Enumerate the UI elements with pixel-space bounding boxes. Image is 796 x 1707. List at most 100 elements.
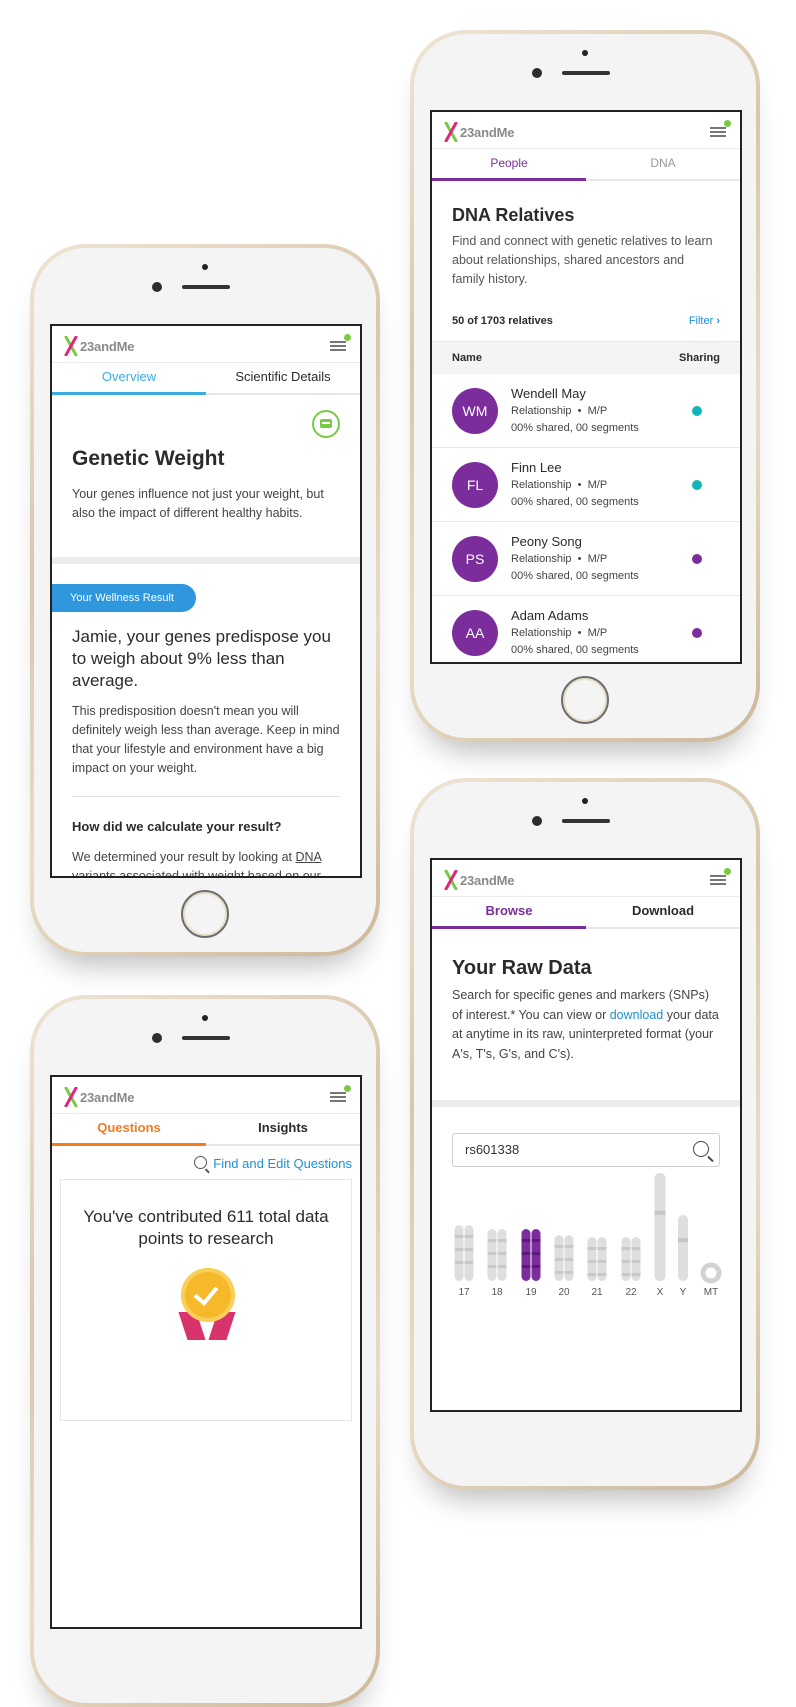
tab-bar: People DNA	[432, 148, 740, 181]
avatar: WM	[452, 388, 498, 434]
proximity-sensor	[202, 264, 208, 270]
table-header: Name Sharing	[432, 341, 740, 374]
relative-shared: 00% shared, 00 segments	[511, 644, 639, 656]
tab-bar: Overview.t1:after{} Scientific Details	[52, 362, 360, 395]
tab-scientific-details[interactable]: Scientific Details	[206, 363, 360, 393]
chromosome-21[interactable]	[587, 1237, 607, 1281]
chromosome-x[interactable]	[654, 1173, 666, 1281]
earpiece-speaker	[562, 71, 610, 75]
home-button[interactable]	[561, 676, 609, 724]
sharing-status-dot-icon	[692, 406, 702, 416]
relative-relationship: Relationship • M/P	[511, 627, 608, 639]
find-edit-questions-link[interactable]: Find and Edit Questions	[52, 1156, 360, 1173]
menu-icon[interactable]	[710, 868, 731, 886]
chromosome-mt[interactable]	[700, 1262, 722, 1284]
logo-mark-icon	[64, 336, 78, 356]
chromosome-label: 18	[491, 1287, 503, 1298]
contribution-card: You've contributed 611 total data points…	[60, 1179, 352, 1421]
notification-dot-icon	[344, 1085, 351, 1092]
sharing-status-dot-icon	[692, 628, 702, 638]
sharing-status-dot-icon	[692, 554, 702, 564]
chromosome-label: Y	[679, 1287, 687, 1298]
contribution-text: You've contributed 611 total data points…	[83, 1207, 329, 1248]
relative-row[interactable]: PS Peony Song Relationship • M/P 00% shared…	[432, 522, 740, 596]
proximity-sensor	[202, 1015, 208, 1021]
tab-overview[interactable]: Overview.t1:after{}	[52, 363, 206, 393]
avatar: FL	[452, 462, 498, 508]
download-link[interactable]: download	[610, 1008, 664, 1022]
dna-link[interactable]: DNA	[296, 850, 322, 864]
screen: 23andMe Overview.t1:after{} Scientific D…	[50, 324, 362, 878]
logo-text: 23andMe	[460, 124, 515, 140]
home-button[interactable]	[181, 890, 229, 938]
notification-dot-icon	[724, 868, 731, 875]
relative-shared: 00% shared, 00 segments	[511, 422, 639, 434]
app-header: 23andMe	[52, 1077, 360, 1113]
brand-logo[interactable]: 23andMe	[444, 870, 514, 890]
relative-row[interactable]: AA Adam Adams Relationship • M/P 00% shared…	[432, 596, 740, 662]
menu-icon[interactable]	[330, 1085, 351, 1103]
tab-people[interactable]: People	[432, 149, 586, 179]
tab-dna[interactable]: DNA	[586, 149, 740, 179]
relative-shared: 00% shared, 00 segments	[511, 570, 639, 582]
chromosome-label: 17	[458, 1287, 470, 1298]
front-camera	[152, 1033, 162, 1043]
phone-questions: 23andMe Questions Insights Find and Edit…	[30, 995, 380, 1707]
tab-questions[interactable]: Questions	[52, 1114, 206, 1144]
relatives-list: WM Wendell May Relationship • M/P 00% share…	[432, 374, 740, 662]
app-header: 23andMe	[432, 112, 740, 148]
phone-genetic-weight: 23andMe Overview.t1:after{} Scientific D…	[30, 244, 380, 956]
result-explanation: This predisposition doesn't mean you wil…	[72, 704, 340, 775]
app-header: 23andMe	[432, 860, 740, 896]
relative-relationship: Relationship • M/P	[511, 553, 608, 565]
chromosome-19[interactable]	[521, 1229, 541, 1281]
print-icon[interactable]	[312, 410, 340, 438]
search-icon[interactable]	[693, 1141, 714, 1163]
avatar: PS	[452, 536, 498, 582]
notification-dot-icon	[724, 120, 731, 127]
logo-mark-icon	[444, 122, 458, 142]
chromosome-17[interactable]	[454, 1225, 474, 1281]
menu-icon[interactable]	[710, 120, 731, 138]
tab-bar: Browse Download	[432, 896, 740, 929]
brand-logo[interactable]: 23andMe	[64, 1087, 134, 1107]
menu-icon[interactable]	[330, 334, 351, 352]
chromosome-label: 21	[591, 1287, 603, 1298]
logo-mark-icon	[64, 1087, 78, 1107]
filter-button[interactable]: Filter ›	[689, 315, 720, 327]
relatives-count: 50 of 1703 relatives	[452, 315, 553, 327]
result-headline: Jamie, your genes predispose you to weig…	[72, 627, 331, 690]
brand-logo[interactable]: 23andMe	[64, 336, 134, 356]
chromosome-18[interactable]	[487, 1229, 507, 1281]
relative-row[interactable]: WM Wendell May Relationship • M/P 00% share…	[432, 374, 740, 448]
chromosome-label: 22	[625, 1287, 637, 1298]
avatar: AA	[452, 610, 498, 656]
page-title: Genetic Weight	[72, 447, 225, 470]
column-sharing: Sharing	[679, 352, 720, 364]
logo-text: 23andMe	[460, 872, 515, 888]
chromosome-label: 19	[525, 1287, 537, 1298]
chromosome-y[interactable]	[678, 1215, 688, 1281]
tab-browse[interactable]: Browse	[432, 897, 586, 927]
intro-text: Your genes influence not just your weigh…	[72, 487, 324, 520]
tab-bar: Questions Insights	[52, 1113, 360, 1146]
chromosome-map: 17 18 19 20 21 22 X Y MT	[432, 1173, 740, 1313]
chromosome-22[interactable]	[621, 1237, 641, 1281]
tab-indicator	[432, 178, 586, 181]
section-divider	[432, 1100, 740, 1107]
tab-insights[interactable]: Insights	[206, 1114, 360, 1144]
relative-row[interactable]: FL Finn Lee Relationship • M/P 00% shared, …	[432, 448, 740, 522]
divider-line	[72, 796, 340, 797]
page-title: Your Raw Data	[452, 957, 592, 979]
column-name: Name	[452, 352, 482, 364]
app-header: 23andMe	[52, 326, 360, 362]
relative-shared: 00% shared, 00 segments	[511, 496, 639, 508]
chromosome-20[interactable]	[554, 1235, 574, 1281]
search-input[interactable]: rs601338	[465, 1142, 519, 1157]
brand-logo[interactable]: 23andMe	[444, 122, 514, 142]
proximity-sensor	[582, 798, 588, 804]
tab-indicator	[52, 1143, 206, 1146]
tab-download[interactable]: Download	[586, 897, 740, 927]
screen: 23andMe People DNA DNA Relatives Find an…	[430, 110, 742, 664]
snp-search-box[interactable]: rs601338	[452, 1133, 720, 1167]
